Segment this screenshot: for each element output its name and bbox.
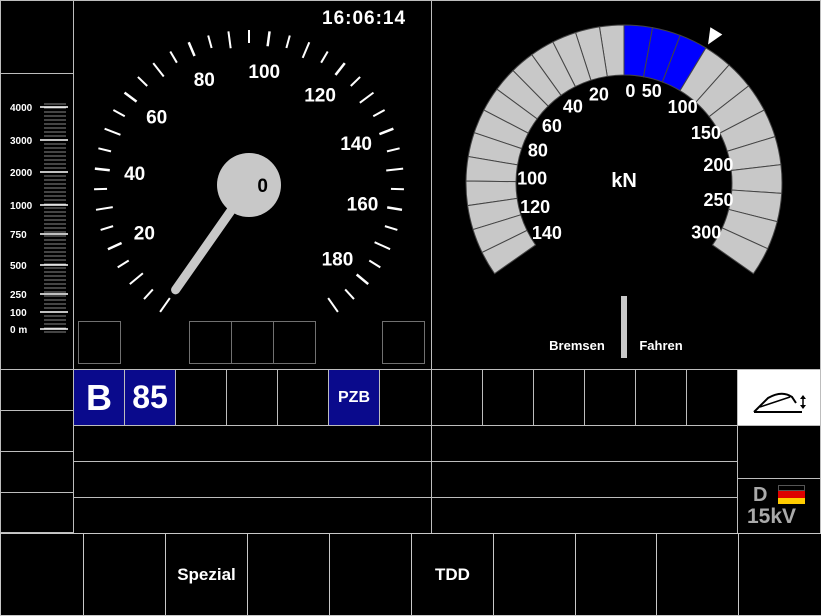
indicator-box-2 <box>189 321 232 364</box>
softkey-spezial[interactable]: Spezial <box>165 533 248 616</box>
indicator-box-1 <box>78 321 121 364</box>
drive-force-label: 300 <box>691 222 721 242</box>
brake-force-label: 20 <box>589 85 609 105</box>
softkey-4[interactable] <box>247 533 330 616</box>
voltage: 15kV <box>747 505 797 528</box>
status-slot-1 <box>175 369 227 426</box>
distance-label: 3000 <box>10 136 33 147</box>
speed-tick-label: 160 <box>347 194 379 215</box>
brake-force-label: 140 <box>532 223 562 243</box>
distance-label: 500 <box>10 261 27 272</box>
message-row-1-left <box>73 425 432 462</box>
distance-label: 750 <box>10 230 27 241</box>
status-slot-6 <box>482 369 534 426</box>
force-pointer <box>708 27 723 45</box>
brake-force-label: 100 <box>517 169 547 189</box>
force-unit: kN <box>611 170 637 192</box>
force-gauge: 50 100 150 200 250 300 0 20 4060 80 100 120 140 kN B… <box>465 24 783 358</box>
force-center-bar <box>621 296 627 358</box>
distance-label: 1000 <box>10 201 33 212</box>
brake-force-label: 40 <box>563 96 583 116</box>
speed-tick-label: 180 <box>322 250 354 271</box>
slope-icon <box>753 392 806 413</box>
message-row-1-right <box>431 425 738 462</box>
current-speed: 0 <box>257 176 268 197</box>
distance-label: 100 <box>10 308 27 319</box>
distance-label: 2000 <box>10 168 33 179</box>
status-slot-2 <box>226 369 278 426</box>
message-row-3-left <box>73 497 432 534</box>
softkey-10[interactable] <box>738 533 821 616</box>
softkey-tdd[interactable]: TDD <box>411 533 494 616</box>
speed-tick-label: 140 <box>340 134 372 155</box>
distance-label: 0 m <box>10 325 27 336</box>
brake-force-label: 120 <box>520 197 550 217</box>
indicator-box-3 <box>231 321 274 364</box>
speed-tick-label: 100 <box>248 62 280 83</box>
drive-force-label: 50 <box>642 81 662 101</box>
message-row-2-left <box>73 461 432 498</box>
status-slot-9 <box>635 369 687 426</box>
drive-force-label: 100 <box>668 97 698 117</box>
softkey-9[interactable] <box>656 533 739 616</box>
brake-force-label: 60 <box>542 116 562 136</box>
status-slot-7 <box>533 369 585 426</box>
right-info-top <box>737 425 821 479</box>
speed-tick-label: 40 <box>124 164 145 185</box>
speedometer: 20 40 60 80 100 120 140 160 180 0 <box>94 30 404 313</box>
softkey-1[interactable] <box>0 533 84 616</box>
left-panel-top <box>0 0 74 74</box>
distance-label: 250 <box>10 290 27 301</box>
distance-label: 4000 <box>10 103 33 114</box>
train-type-badge: 85 <box>124 369 176 426</box>
left-panel-row3 <box>0 451 74 493</box>
drive-force-label: 150 <box>691 123 721 143</box>
drive-force-label: 200 <box>703 155 733 175</box>
speed-tick-label: 20 <box>134 224 155 245</box>
left-panel-row4 <box>0 492 74 533</box>
distance-scale: 4000 3000 2000 1000 750 500 250 100 0 m <box>10 103 68 336</box>
status-slot-8 <box>584 369 636 426</box>
needle-hub <box>217 153 281 217</box>
brake-label: Bremsen <box>549 338 605 353</box>
brake-force-label: 0 <box>625 81 635 101</box>
indicator-box-4 <box>273 321 316 364</box>
left-panel-row2 <box>0 410 74 452</box>
status-slot-5 <box>431 369 483 426</box>
indicator-box-5 <box>382 321 425 364</box>
germany-flag-icon <box>778 485 805 504</box>
status-slot-3 <box>277 369 329 426</box>
softkey-7[interactable] <box>493 533 576 616</box>
softkey-2[interactable] <box>83 533 166 616</box>
status-slot-10 <box>686 369 738 426</box>
speed-tick-label: 80 <box>194 70 215 91</box>
track-profile-button[interactable] <box>737 369 821 426</box>
drive-force-label: 250 <box>703 190 733 210</box>
speed-tick-label: 60 <box>146 107 167 128</box>
country-code: D <box>753 484 768 506</box>
left-panel-row1 <box>0 369 74 411</box>
status-slot-4 <box>379 369 432 426</box>
pzb-badge: PZB <box>328 369 380 426</box>
softkey-5[interactable] <box>329 533 412 616</box>
brake-force-label: 80 <box>528 141 548 161</box>
message-row-2-right <box>431 461 738 498</box>
softkey-8[interactable] <box>575 533 657 616</box>
drive-label: Fahren <box>639 338 682 353</box>
message-row-3-right <box>431 497 738 534</box>
mode-badge: B <box>73 369 125 426</box>
speed-tick-label: 120 <box>304 86 336 107</box>
